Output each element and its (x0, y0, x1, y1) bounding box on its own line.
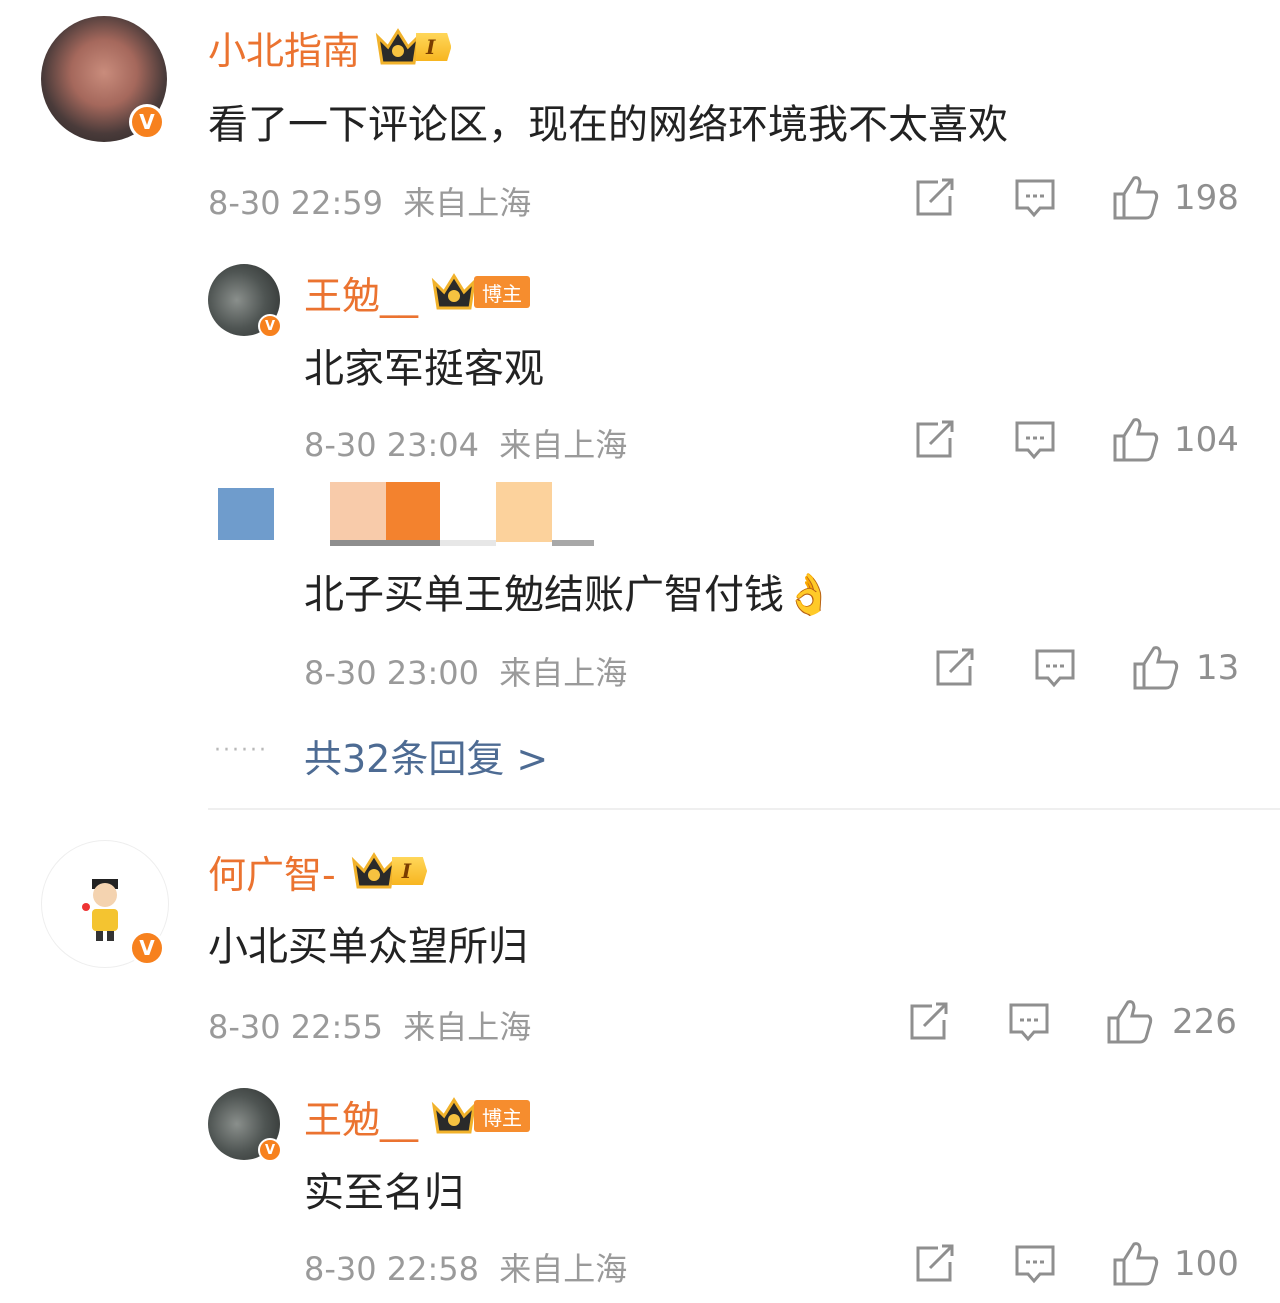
crown-icon (350, 851, 398, 891)
timestamp: 8-30 23:04 (304, 426, 480, 464)
reply-meta: 8-30 22:58 来自上海 (304, 1244, 627, 1290)
location: 来自上海 (403, 1008, 532, 1046)
divider (330, 540, 440, 546)
like-count: 104 (1174, 420, 1239, 460)
share-icon[interactable] (934, 648, 976, 688)
blogger-badge: 博主 (474, 1100, 531, 1132)
user-header: 何广智- I (208, 844, 428, 899)
username[interactable]: 小北指南 (208, 20, 360, 75)
thumbs-up-icon[interactable] (1112, 174, 1160, 220)
comment-icon[interactable] (1008, 1002, 1050, 1042)
crown-icon (430, 1096, 478, 1136)
reply-meta: 8-30 23:00 来自上海 (304, 648, 627, 694)
like-count: 226 (1172, 1002, 1237, 1042)
like-count: 198 (1174, 178, 1239, 218)
comment-icon[interactable] (1014, 420, 1056, 460)
comment-meta: 8-30 22:55 来自上海 (208, 1002, 531, 1048)
like-count: 100 (1174, 1244, 1239, 1284)
username-redacted (386, 482, 440, 542)
verified-badge-icon: V (258, 314, 282, 338)
reply-text: 北家军挺客观 (304, 346, 544, 392)
location: 来自上海 (499, 1250, 628, 1288)
crown-icon (430, 272, 478, 312)
divider (208, 808, 1280, 810)
ellipsis-icon: ······ (214, 738, 268, 763)
crown-icon (374, 27, 422, 67)
verified-badge-icon: V (129, 104, 165, 140)
username[interactable]: 王勉__ (304, 265, 418, 320)
timestamp: 8-30 22:59 (208, 184, 384, 222)
ok-hand-emoji: 👌 (784, 572, 834, 618)
comment-icon[interactable] (1014, 178, 1056, 218)
username-redacted (330, 482, 386, 542)
share-icon[interactable] (908, 1002, 950, 1042)
timestamp: 8-30 23:00 (304, 654, 480, 692)
level-badge: I (391, 857, 428, 885)
comment-icon[interactable] (1034, 648, 1076, 688)
thumbs-up-icon[interactable] (1112, 1240, 1160, 1286)
reply-text-body: 北子买单王勉结账广智付钱 (304, 572, 784, 618)
reply-meta: 8-30 23:04 来自上海 (304, 420, 627, 466)
user-header: 王勉__ 博主 (304, 1092, 531, 1142)
verified-badge-icon: V (258, 1138, 282, 1162)
username[interactable]: 王勉__ (304, 1089, 418, 1144)
share-icon[interactable] (914, 178, 956, 218)
comment-text: 看了一下评论区，现在的网络环境我不太喜欢 (208, 102, 1008, 148)
thumbs-up-icon[interactable] (1106, 998, 1154, 1044)
divider (440, 540, 496, 546)
comment-item: V 何广智- I 小北买单众望所归 8-30 22:55 来自上海 226 V … (0, 820, 1280, 1303)
avatar-redacted[interactable] (218, 488, 274, 540)
location: 来自上海 (499, 426, 628, 464)
reply-text: 实至名归 (304, 1170, 464, 1216)
comment-text: 小北买单众望所归 (208, 924, 528, 970)
level-badge: I (416, 33, 452, 61)
username-redacted (496, 482, 552, 542)
username[interactable]: 何广智- (208, 844, 336, 899)
like-count: 13 (1196, 648, 1240, 688)
comment-meta: 8-30 22:59 来自上海 (208, 178, 531, 224)
comment-item: V 小北指南 I 看了一下评论区，现在的网络环境我不太喜欢 8-30 22:59… (0, 0, 1280, 800)
view-more-replies-link[interactable]: 共32条回复 > (304, 728, 548, 783)
location: 来自上海 (403, 184, 532, 222)
user-header: 小北指南 I (208, 20, 452, 75)
share-icon[interactable] (914, 420, 956, 460)
timestamp: 8-30 22:58 (304, 1250, 480, 1288)
timestamp: 8-30 22:55 (208, 1008, 384, 1046)
share-icon[interactable] (914, 1244, 956, 1284)
thumbs-up-icon[interactable] (1112, 416, 1160, 462)
divider (552, 540, 594, 546)
blogger-badge: 博主 (474, 276, 531, 308)
thumbs-up-icon[interactable] (1132, 644, 1180, 690)
verified-badge-icon: V (129, 930, 165, 966)
user-header: 王勉__ 博主 (304, 268, 531, 318)
location: 来自上海 (499, 654, 628, 692)
reply-text: 北子买单王勉结账广智付钱👌 (304, 562, 834, 620)
comment-icon[interactable] (1014, 1244, 1056, 1284)
